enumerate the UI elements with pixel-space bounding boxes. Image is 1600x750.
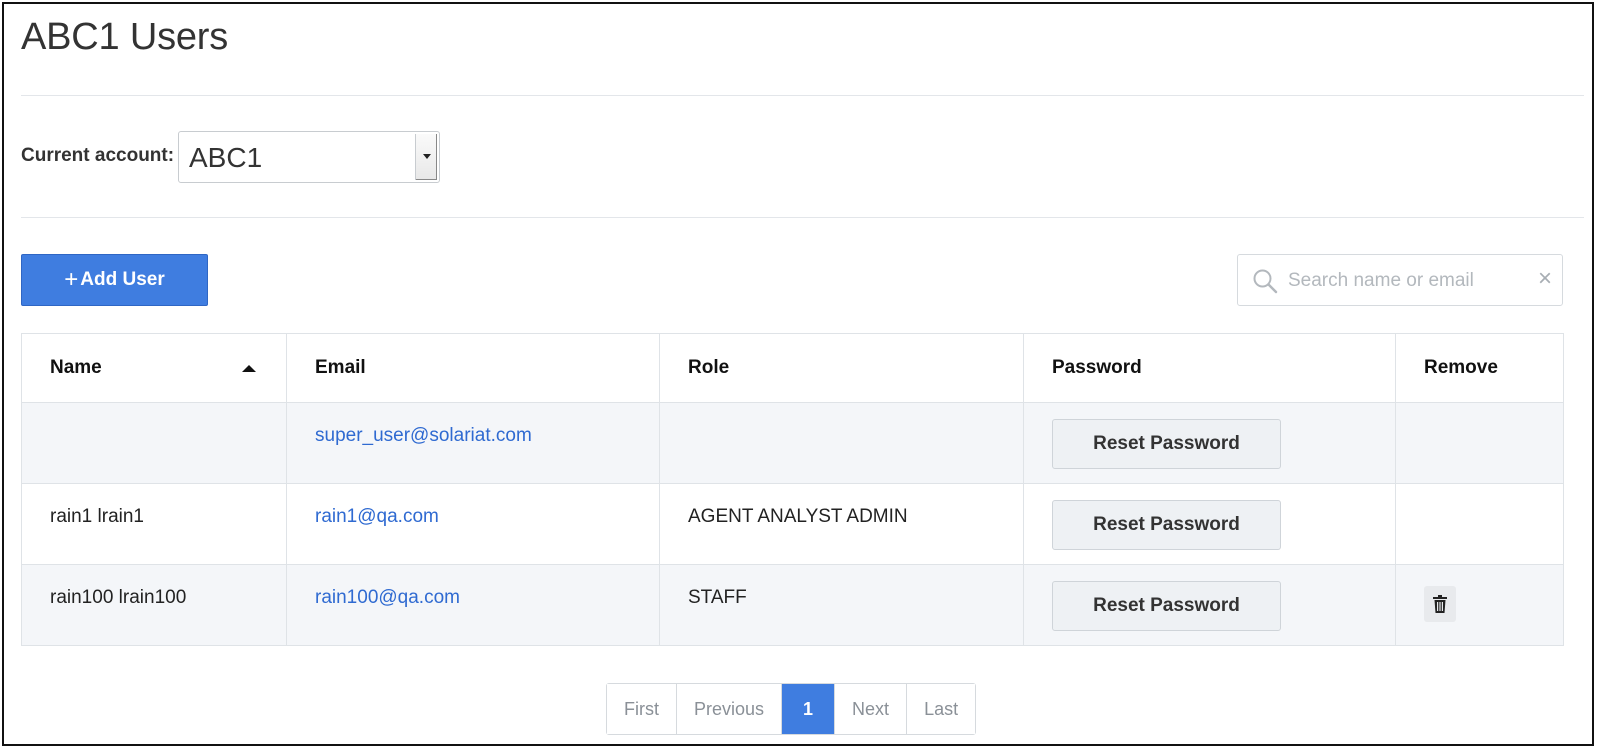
table-header-row: Name Email Role Password Remove [21,333,1564,403]
search-input[interactable] [1286,265,1520,297]
user-name-cell: rain100 lrain100 [21,564,287,646]
user-email-link[interactable]: rain100@qa.com [315,587,460,608]
page-next-button[interactable]: Next [835,684,908,734]
search-icon [1253,269,1278,294]
current-account-label: Current account: [21,145,175,166]
page-last-button[interactable]: Last [907,684,976,734]
sort-ascending-icon[interactable] [242,365,256,372]
close-icon[interactable]: × [1538,267,1552,291]
user-role-cell [659,402,1024,484]
add-user-button[interactable]: + Add User [21,254,208,306]
table-row: rain1 lrain1 rain1@qa.com AGENT ANALYST … [21,483,1564,565]
table-row: super_user@solariat.com Reset Password [21,402,1564,484]
user-remove-cell [1395,564,1564,646]
trash-icon [1433,595,1447,613]
column-header-name[interactable]: Name [21,333,287,403]
user-role-cell: STAFF [659,564,1024,646]
page-first-button[interactable]: First [607,684,677,734]
column-header-role[interactable]: Role [659,333,1024,403]
user-password-cell: Reset Password [1023,483,1396,565]
user-email-cell: super_user@solariat.com [286,402,660,484]
column-header-email[interactable]: Email [286,333,660,403]
page-current-button[interactable]: 1 [782,684,836,734]
plus-icon: + [64,266,79,293]
user-remove-cell [1395,402,1564,484]
users-table: Name Email Role Password Remove super_us… [21,333,1564,646]
user-role-cell: AGENT ANALYST ADMIN [659,483,1024,565]
user-password-cell: Reset Password [1023,564,1396,646]
page-previous-button[interactable]: Previous [677,684,783,734]
remove-user-button[interactable] [1424,586,1456,622]
column-header-remove: Remove [1395,333,1564,403]
user-name-cell [21,402,287,484]
user-name-cell: rain1 lrain1 [21,483,287,565]
divider [21,217,1584,218]
reset-password-button[interactable]: Reset Password [1052,581,1281,631]
page-title: ABC1 Users [21,16,229,58]
column-header-label: Name [50,357,102,378]
reset-password-button[interactable]: Reset Password [1052,500,1281,550]
pagination: First Previous 1 Next Last [606,683,977,735]
users-page: ABC1 Users Current account: ABC1 + Add U… [2,2,1594,746]
table-row: rain100 lrain100 rain100@qa.com STAFF Re… [21,564,1564,646]
reset-password-button[interactable]: Reset Password [1052,419,1281,469]
search-box[interactable]: × [1237,254,1563,306]
user-email-cell: rain100@qa.com [286,564,660,646]
add-user-label: Add User [80,269,165,290]
user-remove-cell [1395,483,1564,565]
user-email-link[interactable]: rain1@qa.com [315,506,439,527]
divider [21,95,1584,96]
account-select-value: ABC1 [189,142,263,173]
account-select[interactable]: ABC1 [178,131,440,183]
user-email-link[interactable]: super_user@solariat.com [315,425,532,446]
user-password-cell: Reset Password [1023,402,1396,484]
user-email-cell: rain1@qa.com [286,483,660,565]
chevron-down-icon[interactable] [415,134,437,180]
column-header-password: Password [1023,333,1396,403]
